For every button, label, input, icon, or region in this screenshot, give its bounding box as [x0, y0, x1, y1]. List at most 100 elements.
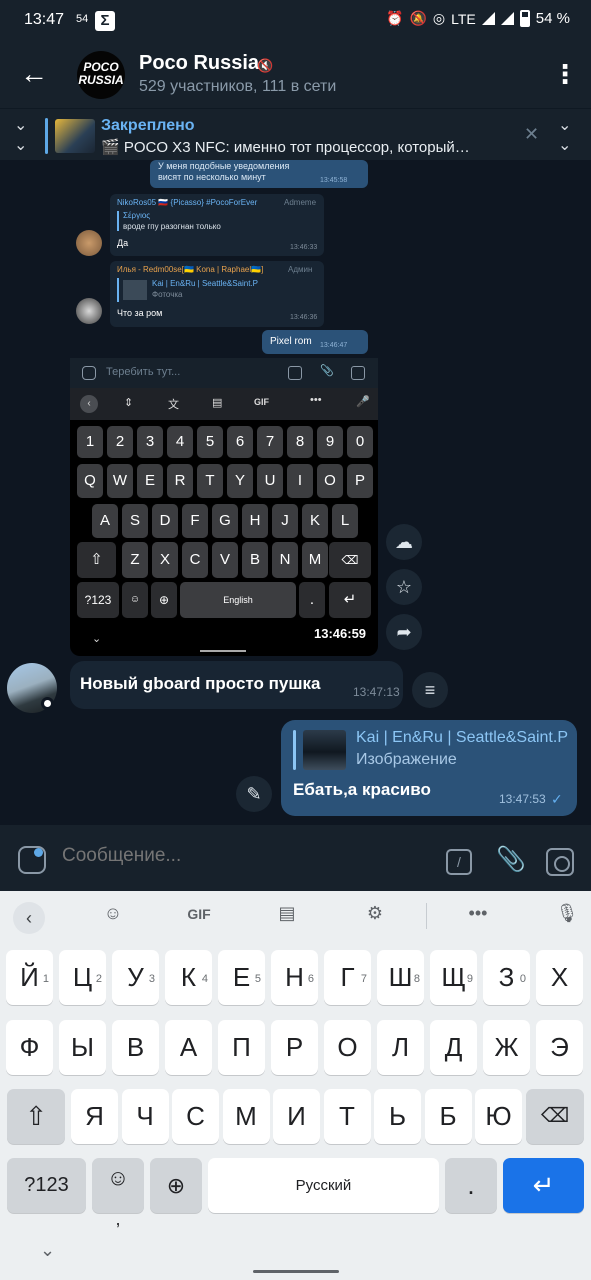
image-msg-top: У меня подобные уведомления висят по нес… — [150, 160, 368, 188]
image-kb-row4-key-2: C — [182, 542, 208, 578]
sticker-icon[interactable]: ☺ — [97, 903, 129, 924]
key-row2-5[interactable]: Р — [271, 1020, 318, 1075]
image-kb-row2-key-9: P — [347, 464, 373, 498]
globe-icon[interactable]: ⊕ — [150, 1158, 202, 1213]
settings-gear-icon[interactable]: ⚙ — [359, 903, 391, 924]
space-key[interactable]: Русский — [208, 1158, 439, 1213]
cloud-icon[interactable]: ☁ — [386, 524, 422, 560]
image-kb-row2-key-5: Y — [227, 464, 253, 498]
bot-command-icon[interactable]: / — [446, 849, 472, 875]
image-kb-symbols: ?123 — [77, 582, 119, 618]
key-row1-4[interactable]: Е5 — [218, 950, 265, 1005]
menu-lines-icon[interactable]: ≡ — [412, 672, 448, 708]
symbols-key[interactable]: ?123 — [7, 1158, 86, 1213]
key-row2-10[interactable]: Э — [536, 1020, 583, 1075]
key-label: G — [219, 512, 231, 529]
key-number-hint: 2 — [95, 973, 102, 985]
attach-paperclip-icon[interactable]: 📎 — [496, 845, 526, 874]
key-row1-1[interactable]: Ц2 — [59, 950, 106, 1005]
key-row2-9[interactable]: Ж — [483, 1020, 530, 1075]
key-row3-5[interactable]: Т — [323, 1089, 371, 1144]
key-row1-0[interactable]: Й1 — [6, 950, 53, 1005]
emoji-comma-key[interactable]: ☺, — [92, 1158, 144, 1229]
key-row1-10[interactable]: Х — [536, 950, 583, 1005]
status-notification-count: 54 — [76, 13, 89, 25]
pinned-accent-line — [45, 118, 48, 154]
image-kb-backspace-icon: ⌫ — [329, 542, 371, 578]
key-label: T — [205, 472, 215, 489]
key-row1-6[interactable]: Г7 — [324, 950, 371, 1005]
online-indicator — [41, 697, 54, 710]
hide-keyboard-chevron-icon[interactable]: ⌄ — [40, 1240, 55, 1261]
image-kb-space: English — [180, 582, 296, 618]
message-bubble-outgoing[interactable]: Kai | En&Ru | Seattle&Saint.P Изображени… — [281, 720, 577, 816]
share-icon[interactable]: ➦ — [386, 614, 422, 650]
key-row3-2[interactable]: С — [172, 1089, 219, 1144]
image-kb-globe-icon: ⊕ — [151, 582, 177, 618]
image-kb-row2-key-6: U — [257, 464, 283, 498]
image-kb-row3-key-7: K — [302, 504, 328, 538]
key-row3-4[interactable]: И — [273, 1089, 320, 1144]
key-row2-4[interactable]: П — [218, 1020, 265, 1075]
pinned-message-bar[interactable]: ⌄ ⌄ Закреплено 🎬 POCO X3 NFC: именно тот … — [0, 108, 591, 160]
key-row2-7[interactable]: Л — [377, 1020, 424, 1075]
edit-pencil-icon[interactable]: ✎ — [236, 776, 272, 812]
key-row3-8[interactable]: Ю — [475, 1089, 522, 1144]
enter-key-icon[interactable]: ↵ — [503, 1158, 584, 1213]
key-row2-6[interactable]: О — [324, 1020, 371, 1075]
shared-screenshot-image[interactable]: У меня подобные уведомления висят по нес… — [70, 160, 378, 656]
key-row2-3[interactable]: А — [165, 1020, 212, 1075]
microphone-icon[interactable]: 🎙 — [551, 903, 583, 924]
keyboard: ‹ ☺ GIF ▤ ⚙ ••• 🎙 Й1Ц2У3К4Е5Н6Г7Ш8Щ9З0Х … — [0, 891, 591, 1280]
key-row2-8[interactable]: Д — [430, 1020, 477, 1075]
chat-title[interactable]: Poco Russia — [139, 52, 259, 75]
message-bubble-incoming[interactable]: Новый gboard просто пушка 13:47:13 — [70, 661, 403, 709]
toolbar-back-icon[interactable]: ‹ — [13, 902, 45, 934]
sender-avatar[interactable] — [7, 663, 57, 713]
key-label: Z — [130, 551, 140, 568]
navigation-bar[interactable] — [253, 1270, 339, 1273]
key-row3-6[interactable]: Ь — [374, 1089, 421, 1144]
key-row1-9[interactable]: З0 — [483, 950, 530, 1005]
gif-button[interactable]: GIF — [183, 906, 215, 922]
close-icon[interactable]: ✕ — [524, 124, 539, 145]
key-row3-3[interactable]: М — [222, 1089, 270, 1144]
image-emoji-icon — [82, 366, 96, 380]
key-row1-7[interactable]: Ш8 — [377, 950, 424, 1005]
key-label: А — [179, 1032, 198, 1062]
pinned-list-chevron-icon[interactable]: ⌄ ⌄ — [558, 115, 571, 155]
signal-icon-2 — [500, 12, 514, 25]
more-icon[interactable]: ••• — [462, 903, 494, 924]
backspace-key-icon[interactable]: ⌫ — [526, 1089, 584, 1144]
key-number-hint: 6 — [307, 973, 314, 985]
chat-avatar[interactable]: POCO RUSSIA — [77, 51, 125, 99]
toolbar-divider — [426, 903, 427, 929]
period-key[interactable]: . — [445, 1158, 497, 1213]
key-row1-2[interactable]: У3 — [112, 950, 159, 1005]
key-label: 5 — [205, 433, 215, 450]
image-attach-icon: 📎 — [320, 365, 334, 377]
camera-icon[interactable] — [546, 848, 574, 876]
key-label: Б — [439, 1101, 457, 1131]
hotspot-icon: ◎ — [432, 10, 446, 26]
key-row2-1[interactable]: Ы — [59, 1020, 106, 1075]
key-row3-1[interactable]: Ч — [121, 1089, 169, 1144]
key-row3-7[interactable]: Б — [424, 1089, 472, 1144]
star-icon[interactable]: ☆ — [386, 569, 422, 605]
key-row2-2[interactable]: В — [112, 1020, 159, 1075]
shift-key-icon[interactable]: ⇧ — [7, 1089, 65, 1144]
key-row1-8[interactable]: Щ9 — [430, 950, 477, 1005]
key-row1-3[interactable]: К4 — [165, 950, 212, 1005]
key-label: J — [281, 512, 289, 529]
key-row1-5[interactable]: Н6 — [271, 950, 318, 1005]
clipboard-icon[interactable]: ▤ — [271, 903, 303, 924]
more-menu-icon[interactable]: ⋮ — [552, 58, 578, 90]
key-row2-0[interactable]: Ф — [6, 1020, 53, 1075]
key-row3-0[interactable]: Я — [71, 1089, 118, 1144]
back-arrow-icon[interactable]: ← — [20, 60, 48, 88]
image-kb-row3-key-8: L — [332, 504, 358, 538]
key-label: М — [235, 1101, 257, 1131]
message-input[interactable] — [62, 845, 422, 867]
image-camera-icon — [351, 366, 365, 380]
expand-chevron-icon[interactable]: ⌄ ⌄ — [14, 115, 27, 155]
